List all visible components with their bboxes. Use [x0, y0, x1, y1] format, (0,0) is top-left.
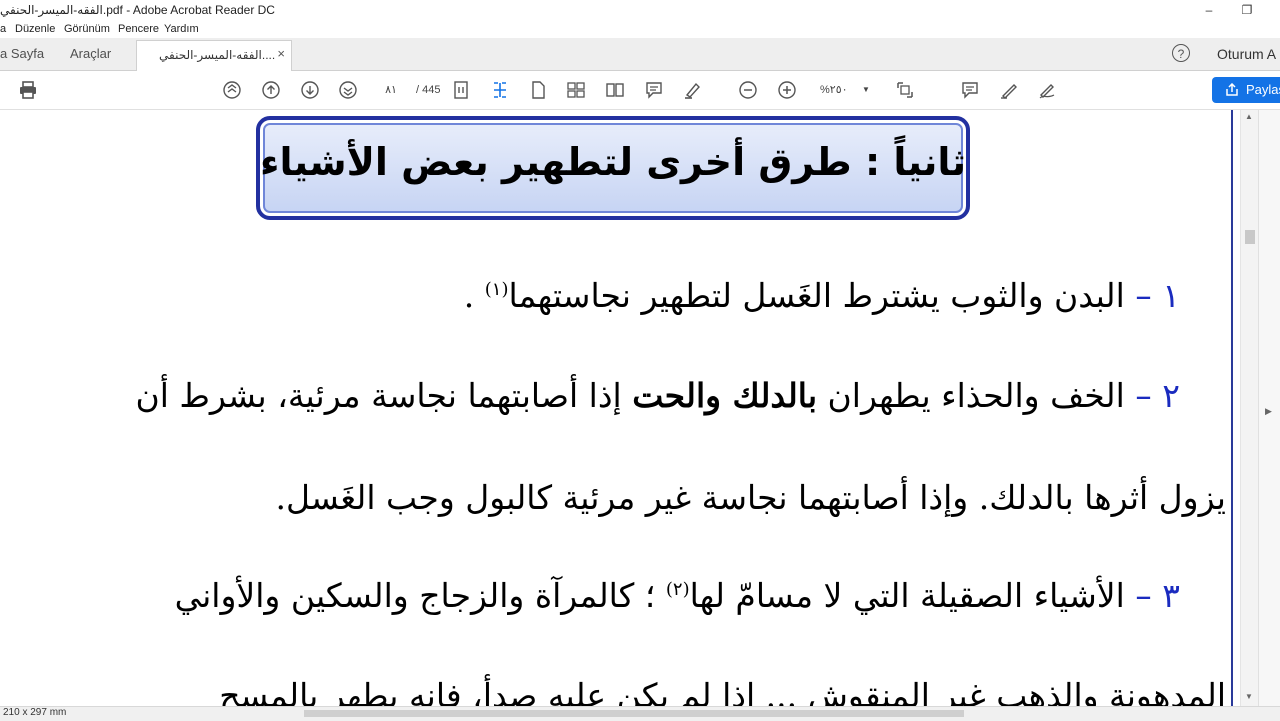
- scroll-up-icon[interactable]: ▲: [1245, 112, 1253, 121]
- tab-document-label: الفقه-الميسر-الحنفي....: [159, 48, 276, 62]
- scroll-thumb[interactable]: [1245, 230, 1255, 244]
- sticky-note-icon[interactable]: [960, 80, 980, 100]
- zoom-select[interactable]: %٢٥٠ ▼: [820, 81, 872, 99]
- zoom-value: %٢٥٠: [820, 84, 848, 96]
- expand-pane-icon[interactable]: ▶: [1265, 406, 1272, 417]
- restore-button[interactable]: ❐: [1224, 0, 1270, 22]
- line-text: المدهونة والذهب غير المنقوش ... إذا لم ي…: [219, 676, 1226, 706]
- tab-tools[interactable]: Araçlar: [70, 38, 111, 70]
- last-page-icon[interactable]: [338, 80, 358, 100]
- first-page-icon[interactable]: [222, 80, 242, 100]
- line-text: البدن والثوب يشترط الغَسل لتطهير نجاستهم…: [508, 276, 1125, 315]
- scroll-icon[interactable]: [566, 80, 586, 100]
- toolbar: ٨١ / 445 %٢٥٠ ▼ Paylaş: [0, 71, 1280, 110]
- scroll-down-icon[interactable]: ▼: [1245, 692, 1253, 701]
- tab-document[interactable]: الفقه-الميسر-الحنفي.... ×: [136, 40, 292, 71]
- section-heading: ثانياً : طرق أخرى لتطهير بعض الأشياء: [260, 140, 966, 184]
- menu-window[interactable]: Pencere: [118, 23, 159, 35]
- text-line-4: ٣ – الأشياء الصقيلة التي لا مسامّ لها(٢)…: [175, 576, 1180, 615]
- text-line-2: ٢ – الخف والحذاء يطهران بالدلك والحت إذا…: [135, 376, 1180, 415]
- comment-icon[interactable]: [644, 80, 664, 100]
- text-line-5: المدهونة والذهب غير المنقوش ... إذا لم ي…: [219, 676, 1226, 706]
- sign-icon[interactable]: [1037, 80, 1057, 100]
- highlight-icon[interactable]: [682, 80, 702, 100]
- item-number: ٢ –: [1135, 376, 1180, 415]
- zoom-in-icon[interactable]: [777, 80, 797, 100]
- text-line-3: يزول أثرها بالدلك. وإذا أصابتهما نجاسة غ…: [275, 478, 1226, 517]
- share-label: Paylaş: [1246, 82, 1280, 97]
- hscroll-thumb[interactable]: [304, 710, 964, 717]
- tab-home[interactable]: a Sayfa: [0, 38, 44, 70]
- prev-page-icon[interactable]: [261, 80, 281, 100]
- status-bar: 210 x 297 mm: [0, 706, 1280, 721]
- menu-edit[interactable]: Düzenle: [15, 23, 55, 35]
- item-number: ٣ –: [1135, 576, 1180, 615]
- help-icon[interactable]: ?: [1172, 44, 1190, 62]
- tab-bar: a Sayfa Araçlar الفقه-الميسر-الحنفي.... …: [0, 38, 1280, 71]
- page-edge: [1231, 110, 1233, 706]
- signin-link[interactable]: Oturum A: [1217, 46, 1276, 62]
- document-view[interactable]: ثانياً : طرق أخرى لتطهير بعض الأشياء ١ –…: [0, 110, 1240, 706]
- vertical-scrollbar[interactable]: ▲ ▼: [1240, 110, 1259, 706]
- menu-help[interactable]: Yardım: [164, 23, 199, 35]
- select-icon[interactable]: [490, 80, 510, 100]
- chevron-down-icon: ▼: [862, 85, 870, 94]
- line-text: الأشياء الصقيلة التي لا مسامّ لها: [689, 576, 1125, 615]
- horizontal-scrollbar[interactable]: [86, 708, 1238, 719]
- heading-frame: ثانياً : طرق أخرى لتطهير بعض الأشياء: [256, 116, 970, 220]
- right-pane-toggle[interactable]: ▶: [1258, 110, 1280, 706]
- share-button[interactable]: Paylaş: [1212, 77, 1280, 103]
- fit-width-icon[interactable]: [895, 80, 915, 100]
- footnote-ref: (٢): [665, 579, 690, 600]
- line-tail: .: [463, 276, 475, 315]
- pen-icon[interactable]: [999, 80, 1019, 100]
- share-icon: [1226, 83, 1238, 96]
- footnote-ref: (١): [484, 279, 509, 300]
- window-title: الفقه-الميسر-الحنفي.pdf - Adobe Acrobat …: [0, 3, 275, 17]
- line-text: إذا أصابتهما نجاسة مرئية، بشرط أن: [135, 376, 622, 415]
- item-number: ١ –: [1135, 276, 1180, 315]
- close-tab-icon[interactable]: ×: [277, 46, 285, 61]
- line-text: الخف والحذاء يطهران: [827, 376, 1125, 415]
- print-icon[interactable]: [18, 80, 38, 100]
- fit-page-icon[interactable]: [451, 80, 471, 100]
- menu-view[interactable]: Görünüm: [64, 23, 110, 35]
- page-number-input[interactable]: ٨١: [374, 81, 408, 99]
- text-line-1: ١ – البدن والثوب يشترط الغَسل لتطهير نجا…: [464, 276, 1180, 315]
- zoom-out-icon[interactable]: [738, 80, 758, 100]
- page-icon[interactable]: [528, 80, 548, 100]
- two-page-icon[interactable]: [605, 80, 625, 100]
- page-total: / 445: [416, 84, 441, 96]
- line-text: يزول أثرها بالدلك. وإذا أصابتهما نجاسة غ…: [275, 478, 1226, 517]
- next-page-icon[interactable]: [300, 80, 320, 100]
- line-text: ؛ كالمرآة والزجاج والسكين والأواني: [174, 576, 656, 615]
- page-dimensions: 210 x 297 mm: [3, 707, 67, 718]
- title-bar: الفقه-الميسر-الحنفي.pdf - Adobe Acrobat …: [0, 0, 1280, 22]
- menu-bar: a Düzenle Görünüm Pencere Yardım: [0, 22, 1280, 38]
- line-text-bold: بالدلك والحت: [632, 376, 818, 415]
- menu-file[interactable]: a: [0, 23, 6, 35]
